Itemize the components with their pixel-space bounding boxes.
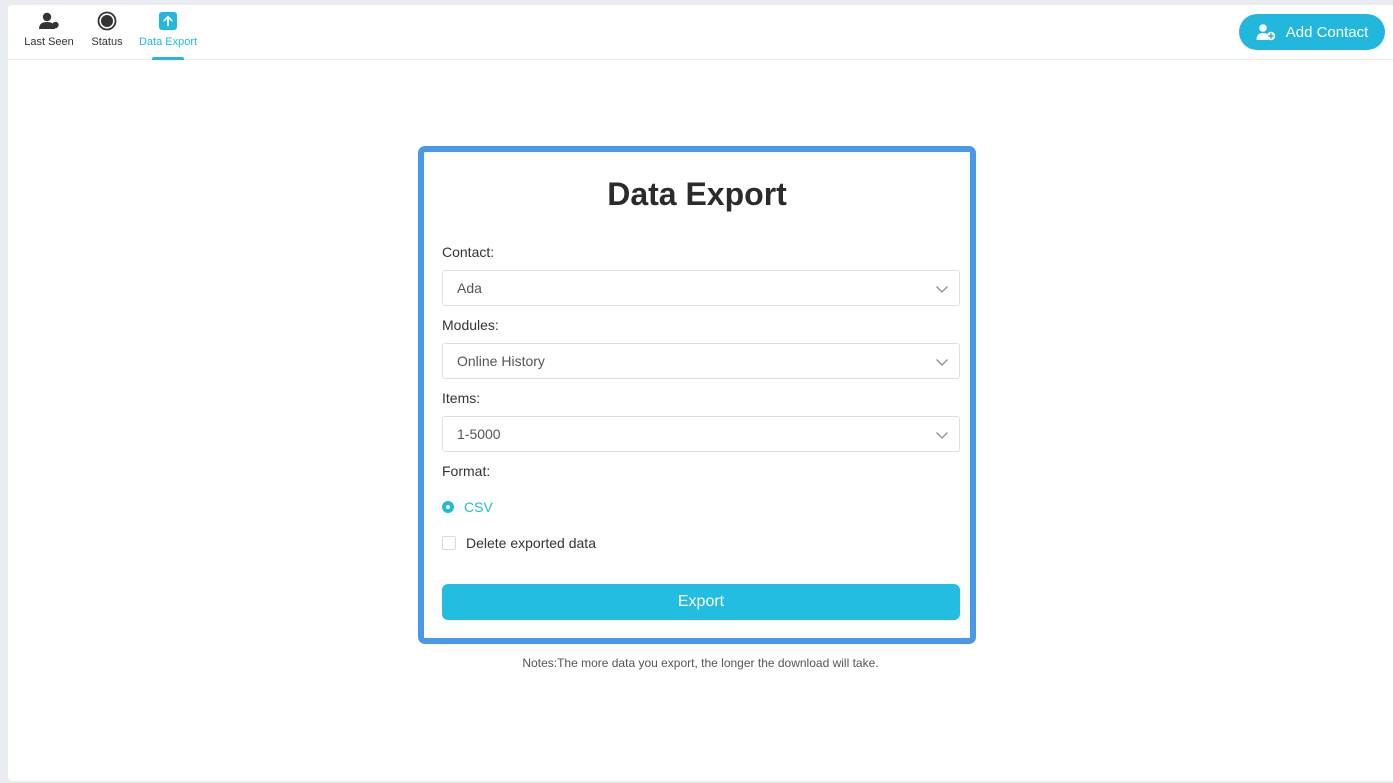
modules-select-value: Online History (457, 353, 545, 369)
delete-exported-data-option[interactable]: Delete exported data (442, 535, 596, 551)
radio-button-selected[interactable] (442, 501, 454, 513)
page-title: Data Export (607, 176, 787, 212)
data-export-card: Data Export Contact: Ada Modules: Online… (418, 146, 976, 644)
person-icon (38, 11, 60, 31)
modules-label: Modules: (442, 317, 499, 333)
items-select-value: 1-5000 (457, 426, 501, 442)
contact-label: Contact: (442, 244, 495, 260)
tab-label: Data Export (138, 36, 198, 48)
format-label: Format: (442, 463, 491, 479)
format-csv-label: CSV (464, 499, 493, 515)
export-notes: Notes:The more data you export, the long… (522, 656, 879, 670)
tab-data-export[interactable]: Data Export (138, 5, 198, 60)
modules-select[interactable]: Online History (442, 343, 960, 379)
app-frame: Last Seen Status Data Export Add Contact… (8, 5, 1393, 781)
items-select[interactable]: 1-5000 (442, 416, 960, 452)
contact-select-value: Ada (457, 280, 482, 296)
contact-select[interactable]: Ada (442, 270, 960, 306)
delete-exported-data-checkbox[interactable] (442, 536, 456, 550)
top-navigation-bar: Last Seen Status Data Export Add Contact (8, 5, 1393, 60)
add-contact-button[interactable]: Add Contact (1239, 14, 1385, 50)
upload-arrow-icon (159, 11, 177, 31)
add-user-icon (1256, 23, 1276, 41)
add-contact-label: Add Contact (1285, 23, 1369, 41)
format-csv-radio-option[interactable]: CSV (442, 499, 493, 515)
tab-label: Status (91, 36, 123, 48)
chevron-down-icon (935, 355, 949, 369)
tab-label: Last Seen (24, 36, 74, 48)
active-tab-indicator (152, 57, 184, 60)
chevron-down-icon (935, 428, 949, 442)
chevron-down-icon (935, 282, 949, 296)
export-button[interactable]: Export (442, 584, 960, 620)
status-circle-icon (97, 11, 117, 31)
items-label: Items: (442, 390, 481, 406)
delete-exported-data-label: Delete exported data (466, 535, 596, 551)
tab-last-seen[interactable]: Last Seen (24, 5, 74, 60)
tab-status[interactable]: Status (88, 5, 126, 60)
